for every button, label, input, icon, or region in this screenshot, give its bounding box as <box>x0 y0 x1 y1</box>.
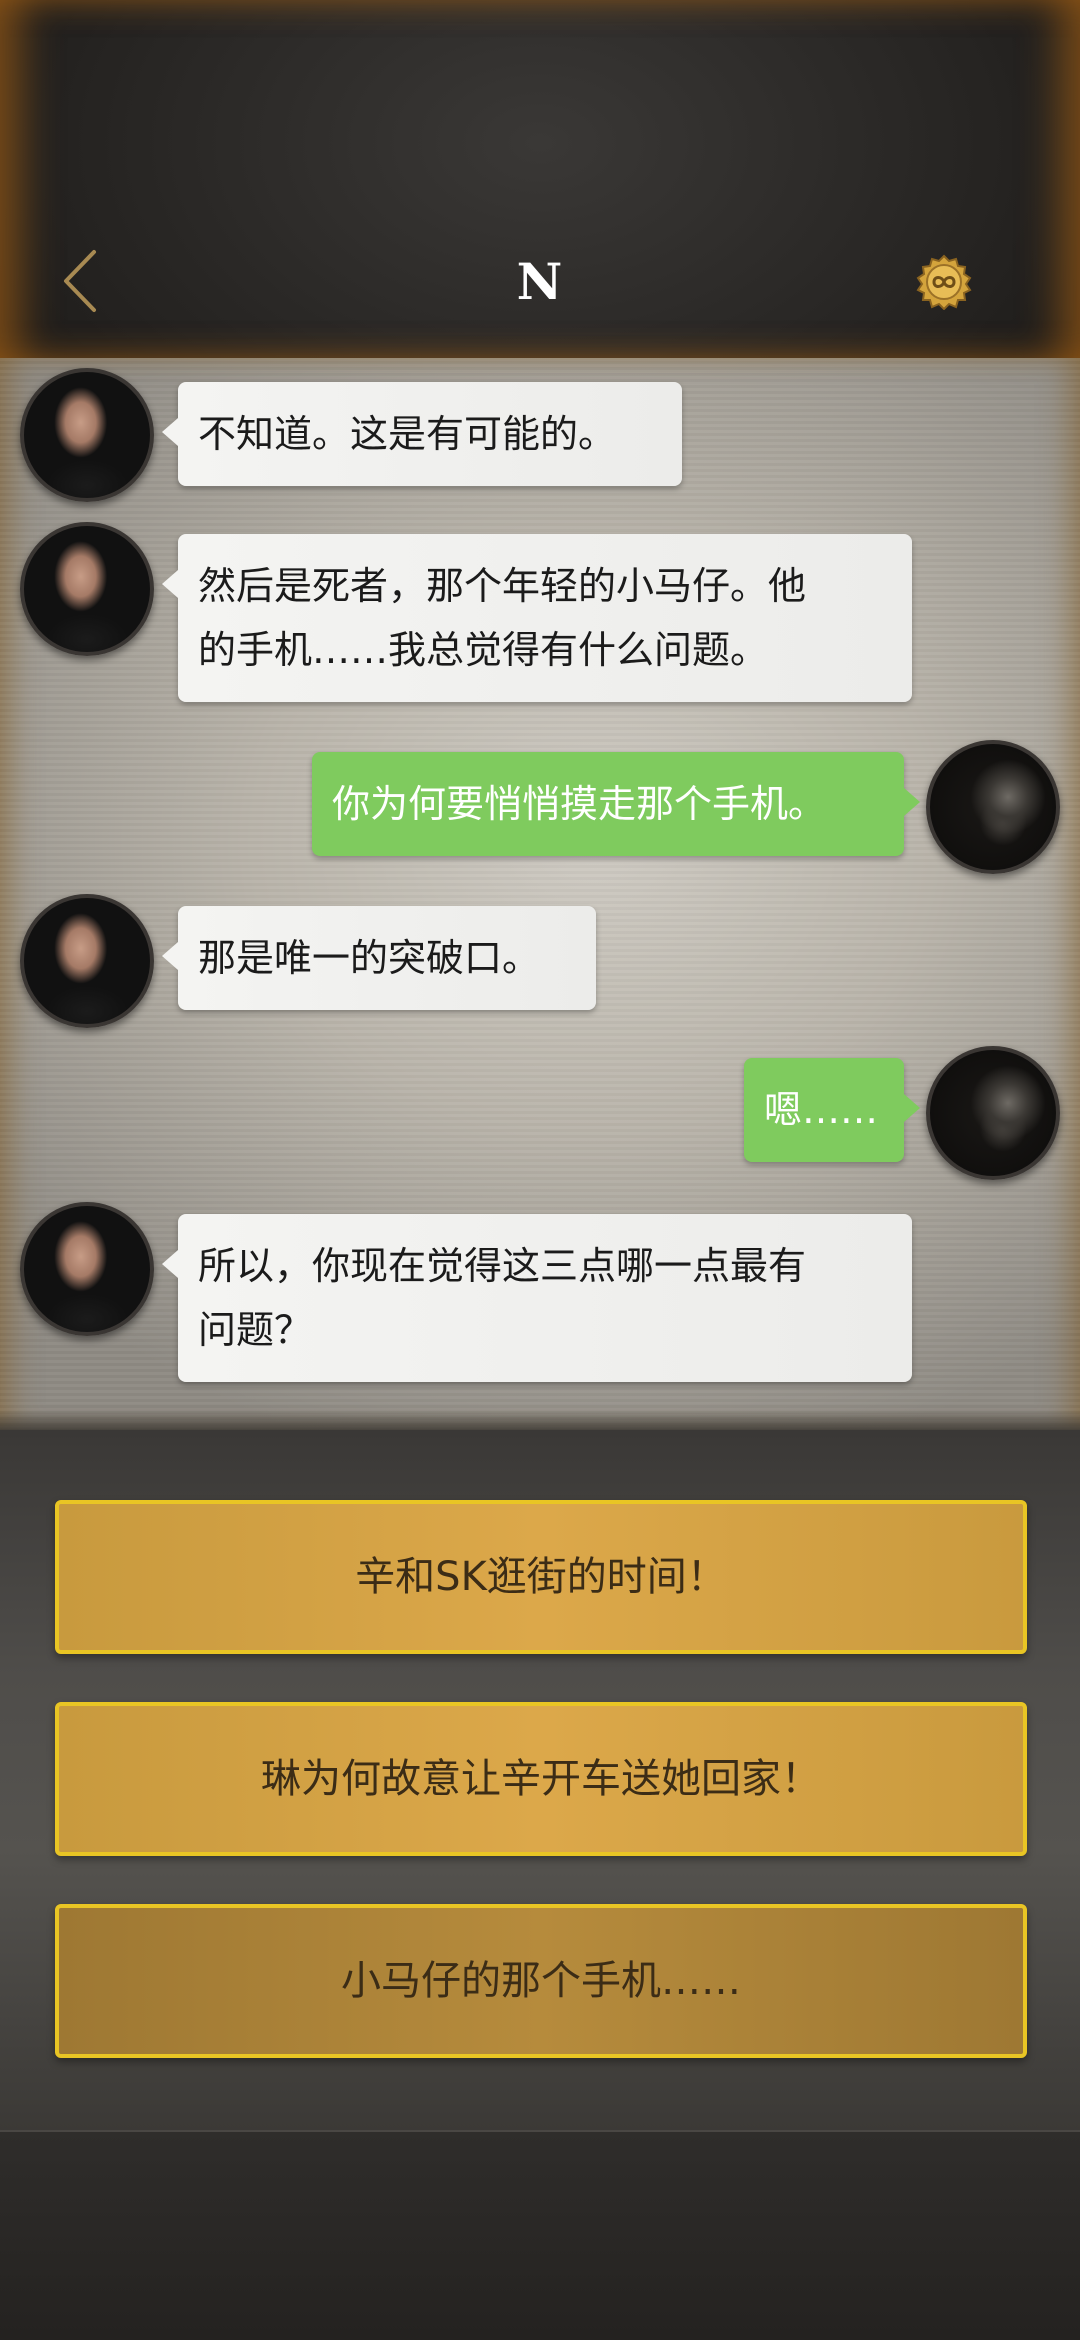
bottom-bar <box>0 2130 1080 2340</box>
message-text: 你为何要悄悄摸走那个手机。 <box>332 782 827 826</box>
player-avatar <box>926 740 1060 874</box>
top-bar: N <box>0 0 1080 358</box>
npc-message-bubble: 那是唯一的突破口。 <box>162 906 596 1010</box>
npc-avatar <box>20 1202 154 1336</box>
message-text-line: 所以，你现在觉得这三点哪一点最有 <box>198 1244 807 1288</box>
choice-panel: 辛和SK逛街的时间！ 琳为何故意让辛开车送她回家！ 小马仔的那个手机…… <box>0 1430 1080 2130</box>
message-text: 嗯…… <box>764 1088 879 1132</box>
player-message-bubble: 嗯…… <box>744 1058 920 1162</box>
message-text-line: 的手机……我总觉得有什么问题。 <box>198 628 769 672</box>
message-text: 那是唯一的突破口。 <box>198 936 541 980</box>
player-avatar <box>926 1046 1060 1180</box>
player-message-bubble: 你为何要悄悄摸走那个手机。 <box>312 752 920 856</box>
chat-area[interactable]: 不知道。这是有可能的。 然后是死者，那个年轻的小马仔。他 的手机……我总觉得有什… <box>0 358 1080 1430</box>
coin-button[interactable] <box>914 254 974 311</box>
npc-avatar <box>20 368 154 502</box>
npc-avatar <box>20 522 154 656</box>
message-text-line: 问题？ <box>198 1308 313 1352</box>
choice-option-3[interactable]: 小马仔的那个手机…… <box>55 1904 1027 2058</box>
message-text-line: 然后是死者，那个年轻的小马仔。他 <box>198 564 807 608</box>
choice-option-1[interactable]: 辛和SK逛街的时间！ <box>55 1500 1027 1654</box>
npc-avatar <box>20 894 154 1028</box>
npc-message-bubble: 然后是死者，那个年轻的小马仔。他 的手机……我总觉得有什么问题。 <box>162 534 912 702</box>
npc-message-bubble: 所以，你现在觉得这三点哪一点最有 问题？ <box>162 1214 912 1382</box>
choice-option-2[interactable]: 琳为何故意让辛开车送她回家！ <box>55 1702 1027 1856</box>
message-text: 不知道。这是有可能的。 <box>198 412 617 456</box>
infinity-coin-icon <box>916 254 972 311</box>
npc-message-bubble: 不知道。这是有可能的。 <box>162 382 682 486</box>
